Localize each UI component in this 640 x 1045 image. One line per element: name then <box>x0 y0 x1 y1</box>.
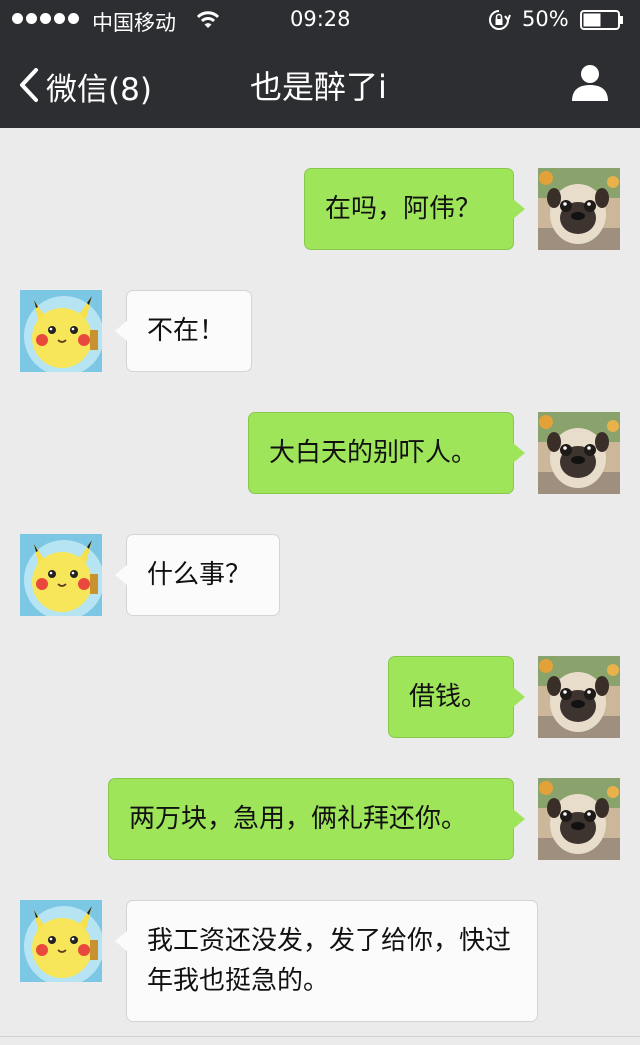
back-chevron-icon <box>18 67 40 107</box>
pikachu-avatar[interactable] <box>20 290 102 372</box>
message-text: 什么事？ <box>147 560 252 590</box>
status-bar: 中国移动 09:28 50% <box>0 0 640 40</box>
message-text: 两万块，急用，俩礼拜还你。 <box>129 804 468 834</box>
outgoing-message-bubble[interactable]: 两万块，急用，俩礼拜还你。 <box>108 778 525 860</box>
pikachu-avatar[interactable] <box>20 534 102 616</box>
pug-avatar[interactable] <box>538 778 620 860</box>
outgoing-message-bubble[interactable]: 在吗，阿伟？ <box>304 168 525 250</box>
incoming-message-bubble[interactable]: 不在！ <box>115 290 252 372</box>
message-text: 借钱。 <box>409 682 488 712</box>
incoming-message-bubble[interactable]: 什么事？ <box>115 534 280 616</box>
battery-percentage: 50% <box>522 7 569 31</box>
back-label: 微信(8) <box>46 72 152 108</box>
input-bar-divider <box>0 1036 640 1037</box>
message-text: 大白天的别吓人。 <box>269 438 478 468</box>
profile-icon[interactable] <box>570 62 610 106</box>
battery-icon <box>580 10 624 30</box>
incoming-message-bubble[interactable]: 我工资还没发，发了给你，快过年我也挺急的。 <box>115 900 538 1022</box>
carrier-name: 中国移动 <box>92 11 176 35</box>
message-text: 在吗，阿伟？ <box>325 194 482 224</box>
pug-avatar[interactable] <box>538 656 620 738</box>
outgoing-message-bubble[interactable]: 借钱。 <box>388 656 525 738</box>
back-button[interactable]: 微信(8) <box>18 64 152 109</box>
pug-avatar[interactable] <box>538 412 620 494</box>
signal-strength-icon <box>12 13 79 24</box>
wifi-icon <box>196 10 220 35</box>
chat-title: 也是醉了i <box>250 68 387 106</box>
pikachu-avatar[interactable] <box>20 900 102 982</box>
outgoing-message-bubble[interactable]: 大白天的别吓人。 <box>248 412 525 494</box>
message-text: 不在！ <box>147 316 226 346</box>
chat-header: 微信(8) 也是醉了i <box>0 40 640 128</box>
message-text: 我工资还没发，发了给你，快过年我也挺急的。 <box>147 926 512 996</box>
pug-avatar[interactable] <box>538 168 620 250</box>
rotation-lock-icon <box>487 9 511 36</box>
clock: 09:28 <box>290 7 351 31</box>
